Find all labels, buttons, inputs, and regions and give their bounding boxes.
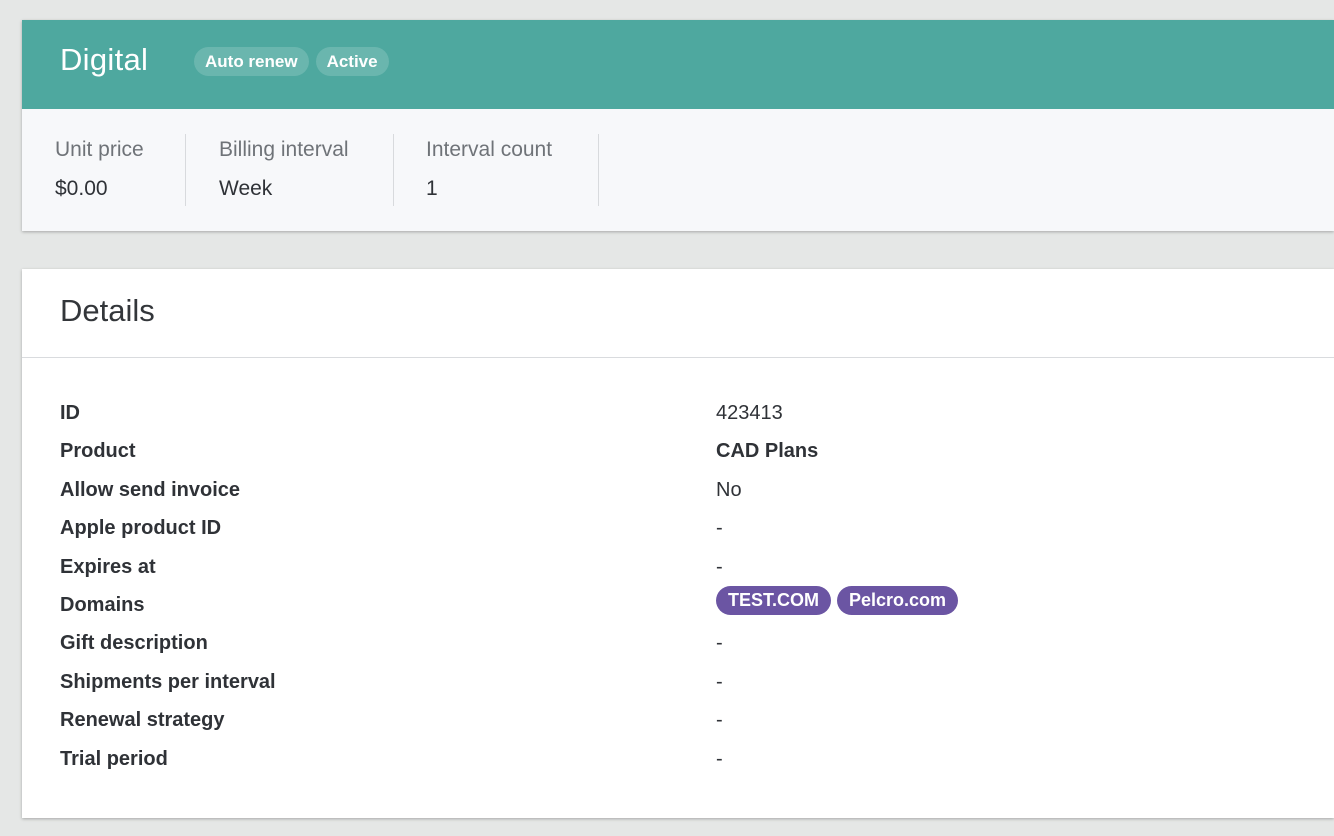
detail-row-apple-product-id: Apple product ID - <box>22 512 1334 550</box>
stat-billing-interval: Billing interval Week <box>186 134 394 206</box>
detail-key: Shipments per interval <box>60 670 276 693</box>
detail-key: Expires at <box>60 555 156 578</box>
stat-label: Interval count <box>426 138 553 161</box>
status-badge: Active <box>315 47 389 76</box>
plan-stats: Unit price $0.00 Billing interval Week I… <box>22 134 599 206</box>
stat-unit-price: Unit price $0.00 <box>22 134 186 206</box>
details-list: ID 423413 Product CAD Plans Allow send i… <box>22 397 1334 781</box>
detail-value: - <box>716 517 723 540</box>
detail-row-domains: Domains TEST.COM Pelcro.com <box>22 585 1334 627</box>
details-header: Details <box>22 269 1334 358</box>
stat-value: 1 <box>426 177 438 200</box>
detail-key: Domains <box>60 593 145 616</box>
plan-header: Digital Auto renew Active <box>22 20 1334 109</box>
detail-key: ID <box>60 402 80 424</box>
stat-label: Unit price <box>55 138 144 161</box>
product-link[interactable]: CAD Plans <box>716 440 818 463</box>
stat-value: $0.00 <box>55 177 108 200</box>
detail-row-expires-at: Expires at - <box>22 551 1334 589</box>
detail-key: Allow send invoice <box>60 478 241 501</box>
detail-value: No <box>716 478 742 501</box>
detail-key: Product <box>60 440 136 463</box>
detail-row-product: Product CAD Plans <box>22 435 1334 473</box>
plan-card: Digital Auto renew Active Unit price $0.… <box>22 20 1334 231</box>
detail-key: Gift description <box>60 632 208 655</box>
detail-row-gift-description: Gift description - <box>22 627 1334 665</box>
detail-row-allow-send-invoice: Allow send invoice No <box>22 474 1334 512</box>
detail-key: Trial period <box>60 747 168 770</box>
domain-chip: Pelcro.com <box>837 585 959 615</box>
detail-key: Apple product ID <box>60 517 222 540</box>
stat-value: Week <box>219 177 273 200</box>
detail-value: - <box>716 709 723 732</box>
detail-row-id: ID 423413 <box>22 397 1334 435</box>
auto-renew-badge: Auto renew <box>194 47 309 76</box>
detail-value: - <box>716 670 723 693</box>
detail-row-trial-period: Trial period - <box>22 743 1334 781</box>
detail-row-shipments-per-interval: Shipments per interval - <box>22 666 1334 704</box>
plan-badges: Auto renew Active <box>194 47 389 76</box>
detail-value: 423413 <box>716 402 783 424</box>
detail-row-renewal-strategy: Renewal strategy - <box>22 704 1334 742</box>
details-card: Details ID 423413 Product CAD Plans Allo… <box>22 269 1334 818</box>
stat-interval-count: Interval count 1 <box>394 134 599 206</box>
details-title: Details <box>60 293 155 328</box>
domain-chip: TEST.COM <box>716 585 832 615</box>
detail-value: - <box>716 747 723 770</box>
detail-key: Renewal strategy <box>60 709 225 732</box>
domain-chips: TEST.COM Pelcro.com <box>716 585 959 615</box>
detail-value: - <box>716 632 723 655</box>
stat-label: Billing interval <box>219 138 349 161</box>
plan-title: Digital <box>60 42 149 77</box>
detail-value: - <box>716 555 723 578</box>
